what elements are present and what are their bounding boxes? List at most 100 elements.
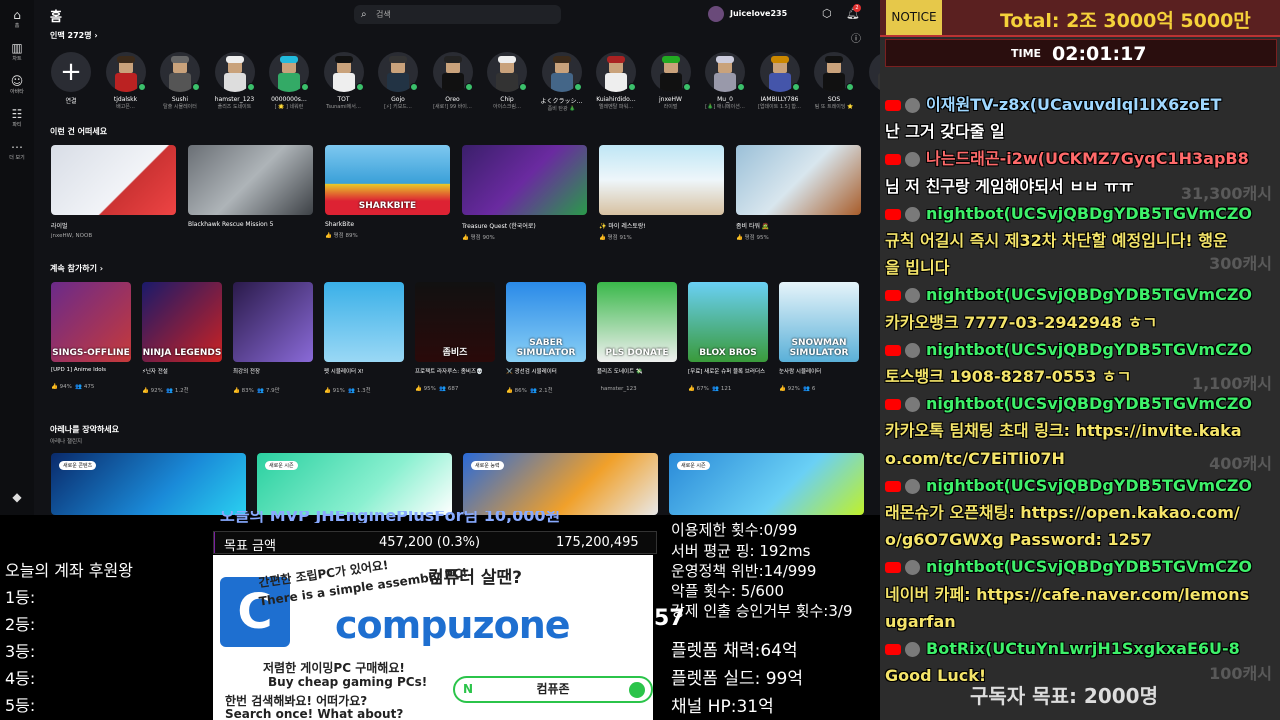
section-arena: 아레나를 장악하세요 — [50, 425, 120, 434]
game-card[interactable]: SHARKBITE SharkBite 👍 평점 89% — [325, 145, 450, 239]
chat-author: BotRix(UCtuYnLwrjH1SxgkxaE6U-8 — [926, 639, 1240, 658]
friend-name: 연결 — [65, 98, 77, 105]
friend-name: jnxeHW — [659, 96, 682, 103]
game-tile[interactable]: BLOX BROS [무료] 새로운 슈퍼 블록 브러더스 👍 67% 👥 121 — [688, 282, 768, 392]
friend-name: Gojo — [391, 96, 405, 103]
online-dot — [573, 83, 582, 91]
friend-item[interactable]: Sushi 탈출 시뮬레이터 — [158, 52, 202, 110]
notice-bar: NOTICE Total: 2조 3000억 5000만 — [880, 0, 1280, 37]
chat-author: nightbot(UCSvjQBDgYDB5TGVmCZO — [926, 203, 1253, 223]
avatar — [905, 478, 920, 494]
game-tile[interactable]: 펫 시뮬레이터 X! 👍 91% 👥 1.3천 — [324, 282, 404, 394]
sidebar-item-home[interactable]: ⌂ 홈 — [0, 8, 34, 29]
chat-message: nightbot(UCSvjQBDgYDB5TGVmCZO — [885, 475, 1275, 497]
new-badge: 새로운 콘텐츠 — [59, 461, 97, 470]
friend-status: 라이벌 — [663, 104, 678, 110]
chat-message: 을 빕니다 — [885, 257, 1275, 279]
sidebar-item-more[interactable]: ⋯ 더 보기 — [0, 140, 34, 161]
search-input[interactable]: ⌕ 검색 — [354, 5, 561, 24]
arena-card[interactable]: 새로운 능력 — [463, 453, 658, 515]
friend-item[interactable]: SOS 팀 또 트레이딩 ⭐ — [812, 52, 856, 110]
friend-item[interactable]: TV브레인 — [867, 52, 881, 110]
youtube-icon — [885, 208, 901, 220]
chat-message: 토스뱅크 1908-8287-0553 ㅎㄱ — [885, 366, 1275, 388]
party-icon: ☷ — [11, 107, 23, 121]
friend-item[interactable]: hamster_123 플리즈 도네이트 — [213, 52, 257, 110]
arena-card[interactable]: 새로운 시즌 — [257, 453, 452, 515]
sidebar-item-avatar[interactable]: ☺ 아바타 — [0, 74, 34, 95]
game-card[interactable]: 라이벌 jnxeHW, NOOB — [51, 145, 176, 239]
game-tile[interactable]: PLS DONATE 플리즈 도네이트 💸 hamster_123 — [597, 282, 677, 392]
game-title: [UPD 1] Anime Idols — [51, 367, 107, 373]
rank-4: 4등: — [5, 669, 36, 688]
game-tile[interactable]: 좀비즈 프로젝트 라자루스: 좀비즈💀 👍 95% 👥 687 — [415, 282, 495, 392]
game-title: Blackhawk Rescue Mission 5 — [188, 221, 274, 228]
friend-item[interactable]: Chip 아이스크림… — [485, 52, 529, 110]
friend-item[interactable]: Kuiahirdido… 엘레멘탈 파워… — [594, 52, 638, 110]
game-tile[interactable]: SNOWMAN SIMULATOR 눈사람 시뮬레이터 👍 92% 👥 6 — [779, 282, 859, 392]
friend-status: 좀비 탄광 🎄 — [547, 106, 576, 112]
game-title: ⚡닌자 전설 — [142, 369, 168, 375]
friend-status: [⚡] 키보드… — [384, 104, 412, 110]
game-card[interactable]: Blackhawk Rescue Mission 5 — [188, 145, 313, 231]
timer-bar: TIME 02:01:17 — [885, 39, 1277, 67]
friend-status: 플리즈 도네이트 — [217, 104, 252, 110]
friend-item[interactable]: 0000000s…[ 🌟 ] 네워런 — [267, 52, 311, 110]
roblox-logo-icon[interactable]: ◆ — [0, 490, 34, 504]
chat-message: BotRix(UCtuYnLwrjH1SxgkxaE6U-8 — [885, 638, 1275, 660]
game-tile[interactable]: NINJA LEGENDS ⚡닌자 전설 👍 92% 👥 1.2천 — [142, 282, 222, 394]
online-dot — [846, 83, 854, 91]
new-badge: 새로운 시즌 — [677, 461, 710, 470]
game-card[interactable]: ✨ 마이 레스토랑! 👍 평점 91% — [599, 145, 724, 241]
game-subtitle: 👍 평점 90% — [462, 235, 495, 241]
rank-2: 2등: — [5, 615, 36, 634]
chat-message: ugarfan — [885, 611, 1275, 633]
game-tile[interactable]: SINGS-OFFLINE [UPD 1] Anime Idols 👍 94% 👥 … — [51, 282, 131, 390]
arena-card[interactable]: 새로운 시즌 — [669, 453, 864, 515]
mvp-banner: 오늘의 MVP JHEnginePlusFor님 10,000원 — [220, 511, 561, 523]
robux-icon[interactable]: ⬡ — [822, 7, 832, 20]
arena-card[interactable]: 새로운 콘텐츠 — [51, 453, 246, 515]
chat-message: o.com/tc/C7EiTli07H — [885, 448, 1275, 470]
friend-item[interactable]: + 연결 — [49, 52, 93, 105]
game-tile[interactable]: SABER SIMULATOR ⚔️ 광선검 시뮬레이터 👍 86% 👥 2.1천 — [506, 282, 586, 394]
section-continue[interactable]: 계속 참가하기 › — [50, 263, 103, 274]
chart-icon: ▥ — [11, 41, 23, 55]
sidebar-item-charts[interactable]: ▥ 차트 — [0, 41, 34, 62]
chat-message: nightbot(UCSvjQBDgYDB5TGVmCZO — [885, 339, 1275, 361]
game-stats: hamster_123 — [600, 386, 637, 392]
friend-item[interactable]: Gojo [⚡] 키보드… — [376, 52, 420, 110]
friend-item[interactable]: IAMBILLY786 [업데이트 1.5] 합… — [758, 52, 802, 110]
youtube-icon — [885, 480, 901, 492]
user-menu[interactable]: Juicelove235 — [708, 6, 787, 22]
friend-item[interactable]: Oreo [새로!] 99 바이… — [431, 52, 475, 110]
friend-name: Chip — [500, 96, 514, 103]
game-thumbnail: PLS DONATE — [597, 282, 677, 362]
friend-status: 브레인 — [867, 103, 881, 110]
friends-header[interactable]: 인맥 272명 › — [50, 30, 98, 41]
friend-status: 배고픈… — [116, 104, 135, 110]
friend-status: [ 🌟 ] 네워런 — [274, 104, 304, 110]
game-thumbnail — [233, 282, 313, 362]
friend-item[interactable]: jnxeHW 라이벌 — [649, 52, 693, 110]
friend-status: Tsunami에서… — [326, 104, 361, 110]
sidebar-item-party[interactable]: ☷ 파티 — [0, 107, 34, 128]
friend-item[interactable]: TOT Tsunami에서… — [322, 52, 366, 110]
game-title: [무료] 새로운 슈퍼 블록 브러더스 — [688, 369, 766, 375]
add-friend-icon: + — [51, 52, 91, 92]
game-card[interactable]: 좀비 타워 🧟 👍 평점 95% — [736, 145, 861, 241]
section-recommended: 이런 건 어떠세요 — [50, 127, 108, 136]
chat-author: nightbot(UCSvjQBDgYDB5TGVmCZO — [926, 339, 1253, 359]
stat-line: 채널 HP:31억 — [671, 697, 774, 717]
game-tile[interactable]: 최강의 전장 👍 83% 👥 7.9만 — [233, 282, 313, 394]
friend-item[interactable]: Mu_0 [🎄] 애니메이션… — [703, 52, 747, 110]
friend-status: [🎄] 애니메이션… — [705, 104, 745, 110]
friend-item[interactable]: tjdalskk 배고픈… — [104, 52, 148, 110]
avatar — [905, 206, 920, 222]
info-icon[interactable]: ⓘ — [851, 30, 861, 45]
game-card[interactable]: Treasure Quest (한국어로) 👍 평점 90% — [462, 145, 587, 241]
chat-text: ugarfan — [885, 611, 956, 631]
ad-line-4: Buy cheap gaming PCs! — [268, 675, 428, 689]
chat-message: 래몬슈가 오픈채팅: https://open.kakao.com/ — [885, 502, 1275, 524]
friend-item[interactable]: よくクラッシ… 좀비 탄광 🎄 — [540, 52, 584, 112]
